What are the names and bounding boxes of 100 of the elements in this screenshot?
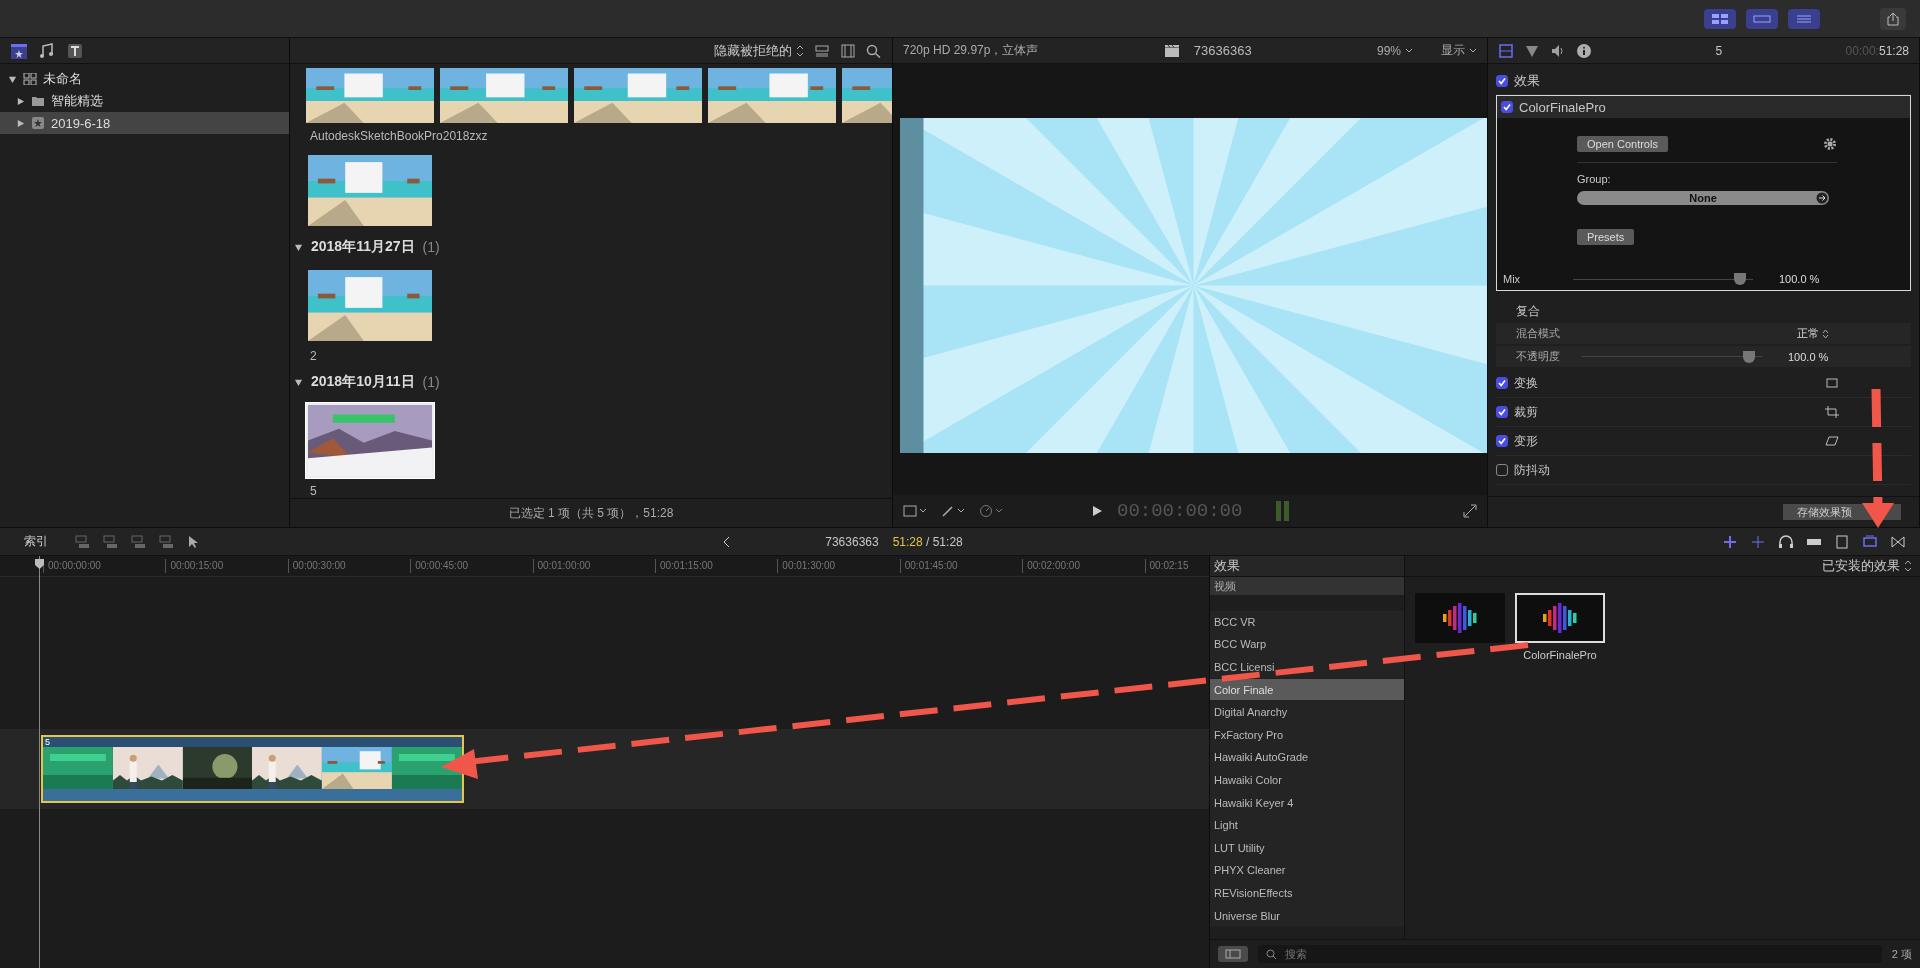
index-button[interactable]: 索引 (14, 533, 58, 550)
titles-icon[interactable] (66, 41, 84, 60)
filmstrip-icon[interactable] (840, 43, 856, 58)
category-item[interactable]: Hawaiki Color (1210, 769, 1404, 792)
category-item[interactable]: Hawaiki AutoGrade (1210, 746, 1404, 770)
share-icon (1886, 11, 1900, 26)
effect-thumbnail[interactable] (1415, 593, 1505, 643)
headphones-icon[interactable] (1778, 534, 1794, 549)
transform-icon (1825, 377, 1839, 389)
view-menu[interactable]: 显示 (1441, 42, 1477, 59)
checkbox[interactable] (1496, 406, 1508, 418)
clip-name: 5 (310, 484, 318, 498)
item-count: 2 项 (1891, 946, 1912, 962)
layout-icon (1711, 12, 1729, 25)
speedometer-icon[interactable] (979, 504, 1003, 518)
edit-mode-icon[interactable] (74, 534, 92, 549)
panel-title: 效果 (1210, 556, 1405, 576)
sidebar-item[interactable]: 智能精选 (0, 90, 289, 112)
checkbox[interactable] (1496, 435, 1508, 447)
open-controls-button[interactable]: Open Controls (1577, 136, 1668, 152)
search-input[interactable]: 搜索 (1283, 947, 1882, 961)
magic-wand-icon[interactable] (941, 504, 965, 518)
presets-button[interactable]: Presets (1577, 229, 1635, 245)
date-group-title: 2018年10月11日 (311, 373, 415, 391)
workspace-toggle-button[interactable] (1704, 8, 1736, 29)
group-selector[interactable]: None (1577, 191, 1829, 205)
section-title: 防抖动 (1514, 461, 1550, 479)
search-field[interactable]: 搜索 (1258, 945, 1882, 963)
edit-mode-icon[interactable] (158, 534, 176, 549)
parameter-value: 100.0 % (1788, 350, 1829, 363)
fullscreen-icon[interactable] (1463, 504, 1477, 518)
total-duration: / 51:28 (926, 534, 963, 549)
settings-icon[interactable] (1823, 137, 1837, 151)
time-ruler-label: 00:01:45:00 (899, 559, 1023, 573)
category-item[interactable]: Universe Blur (1210, 904, 1404, 928)
play-icon[interactable] (1091, 505, 1103, 517)
playhead-icon[interactable] (34, 558, 45, 570)
inspector-tab[interactable] (1576, 42, 1592, 59)
disclosure-triangle-icon[interactable] (8, 74, 17, 84)
clip-appearance-icon[interactable] (814, 43, 830, 58)
chevron-icon (1405, 47, 1413, 54)
library-name[interactable]: 未命名 (43, 70, 82, 88)
disclosure-triangle-icon[interactable] (16, 96, 25, 106)
zoom-menu[interactable]: 99% (1376, 43, 1413, 58)
effect-thumbnail[interactable] (1515, 593, 1605, 643)
color-bars-icon (1440, 601, 1480, 635)
clip-count: (1) (422, 374, 440, 390)
category-header: 视频 (1210, 577, 1404, 595)
disclosure-triangle-icon[interactable] (294, 242, 303, 252)
section-title: 变换 (1514, 374, 1538, 392)
section-title: 裁剪 (1514, 403, 1538, 421)
category-item[interactable]: Color Finale (1210, 678, 1404, 702)
transitions-icon[interactable] (1890, 534, 1906, 549)
video-format: 720p HD 29.97p，立体声 (903, 42, 1039, 59)
sidebar-toggle-button[interactable] (1218, 946, 1248, 962)
workspace-toggle-button[interactable] (1788, 8, 1820, 29)
transform-menu-icon[interactable] (903, 504, 927, 518)
back-icon[interactable] (723, 535, 732, 548)
layout-icon (1795, 12, 1813, 25)
category-item[interactable]: PHYX Cleaner (1210, 859, 1404, 883)
playhead-time: 51:28 (892, 534, 923, 549)
category-item[interactable]: Hawaiki Keyer 4 (1210, 791, 1404, 815)
parameter-value: 100.0 % (1779, 273, 1820, 285)
project-name: 73636363 (1193, 43, 1252, 58)
category-item[interactable]: Light (1210, 814, 1404, 837)
edit-mode-icon[interactable] (130, 534, 148, 549)
filter-menu[interactable]: 隐藏被拒绝的 (714, 41, 804, 60)
chevron-icon (1469, 47, 1477, 54)
effects-filter-menu[interactable]: 已安装的效果 (1822, 556, 1920, 576)
checkbox[interactable] (1496, 464, 1508, 476)
timeline-clip[interactable]: 5 (41, 735, 464, 803)
checkbox[interactable] (1496, 75, 1508, 87)
slider[interactable] (1582, 350, 1762, 363)
category-item[interactable]: FxFactory Pro (1210, 723, 1404, 747)
audio-meter (1276, 501, 1290, 521)
search-icon[interactable] (866, 43, 882, 58)
inspector-tab[interactable] (1498, 42, 1514, 59)
parameter-label: 不透明度 (1516, 349, 1561, 364)
time-ruler-label: 00:00:30:00 (287, 559, 411, 573)
blend-mode-menu[interactable]: 正常 (1797, 326, 1829, 341)
slider[interactable] (1573, 273, 1753, 285)
video-tab-icon (1498, 42, 1514, 59)
category-item[interactable]: BCC VR (1210, 611, 1404, 634)
section-title: 效果 (1514, 72, 1540, 90)
sidebar-item[interactable]: 2019-6-18 (0, 112, 289, 134)
category-item[interactable]: BCC Warp (1210, 633, 1404, 657)
category-item[interactable]: LUT Utility (1210, 836, 1404, 860)
share-button[interactable] (1880, 7, 1906, 30)
edit-mode-icon[interactable] (102, 534, 120, 549)
disclosure-triangle-icon[interactable] (16, 118, 25, 128)
effects-browser-icon[interactable] (1862, 534, 1878, 549)
category-item[interactable]: Digital Anarchy (1210, 701, 1404, 724)
time-ruler-label: 00:02:00:00 (1022, 559, 1145, 573)
checkbox[interactable] (1501, 101, 1513, 113)
category-item[interactable]: REVisionEffects (1210, 882, 1404, 905)
clapperboard-star-icon[interactable] (10, 41, 28, 60)
workspace-toggle-button[interactable] (1746, 8, 1778, 29)
disclosure-triangle-icon[interactable] (294, 377, 303, 387)
search-icon (1266, 948, 1277, 960)
checkbox[interactable] (1496, 377, 1508, 389)
